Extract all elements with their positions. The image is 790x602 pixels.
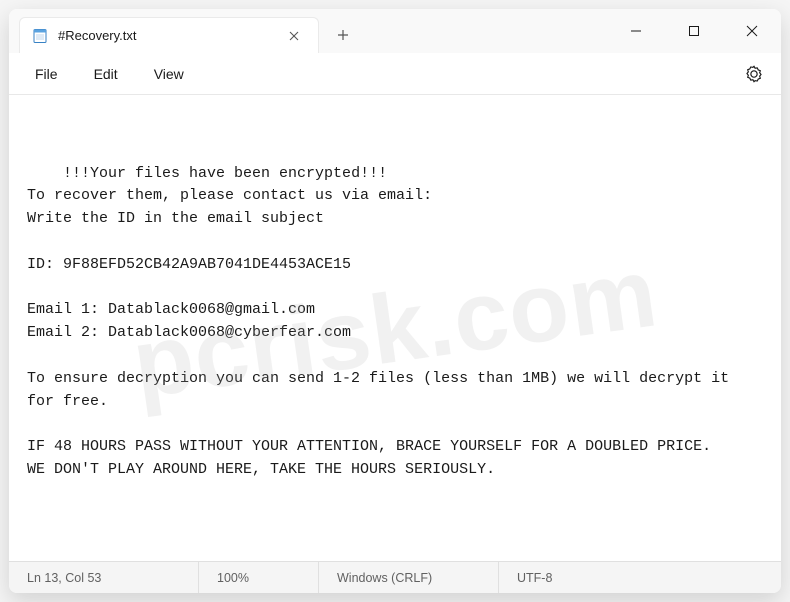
statusbar: Ln 13, Col 53 100% Windows (CRLF) UTF-8 xyxy=(9,561,781,593)
document-text: !!!Your files have been encrypted!!! To … xyxy=(27,165,738,478)
gear-icon xyxy=(745,65,763,83)
new-tab-button[interactable] xyxy=(325,17,361,53)
status-line-ending[interactable]: Windows (CRLF) xyxy=(319,562,499,593)
text-content[interactable]: pcrisk.com !!!Your files have been encry… xyxy=(9,95,781,561)
tab-active[interactable]: #Recovery.txt xyxy=(19,17,319,53)
maximize-button[interactable] xyxy=(665,9,723,53)
notepad-icon xyxy=(32,28,48,44)
window-controls xyxy=(607,9,781,53)
menu-file[interactable]: File xyxy=(19,60,74,88)
close-button[interactable] xyxy=(723,9,781,53)
notepad-window: #Recovery.txt xyxy=(9,9,781,593)
menubar: File Edit View xyxy=(9,53,781,95)
tab-title: #Recovery.txt xyxy=(58,28,270,43)
tab-close-button[interactable] xyxy=(280,22,308,50)
titlebar: #Recovery.txt xyxy=(9,9,781,53)
status-zoom[interactable]: 100% xyxy=(199,562,319,593)
status-encoding[interactable]: UTF-8 xyxy=(499,562,619,593)
menu-edit[interactable]: Edit xyxy=(78,60,134,88)
minimize-button[interactable] xyxy=(607,9,665,53)
tab-area: #Recovery.txt xyxy=(9,17,607,53)
status-position[interactable]: Ln 13, Col 53 xyxy=(9,562,199,593)
menu-view[interactable]: View xyxy=(138,60,200,88)
settings-button[interactable] xyxy=(737,57,771,91)
